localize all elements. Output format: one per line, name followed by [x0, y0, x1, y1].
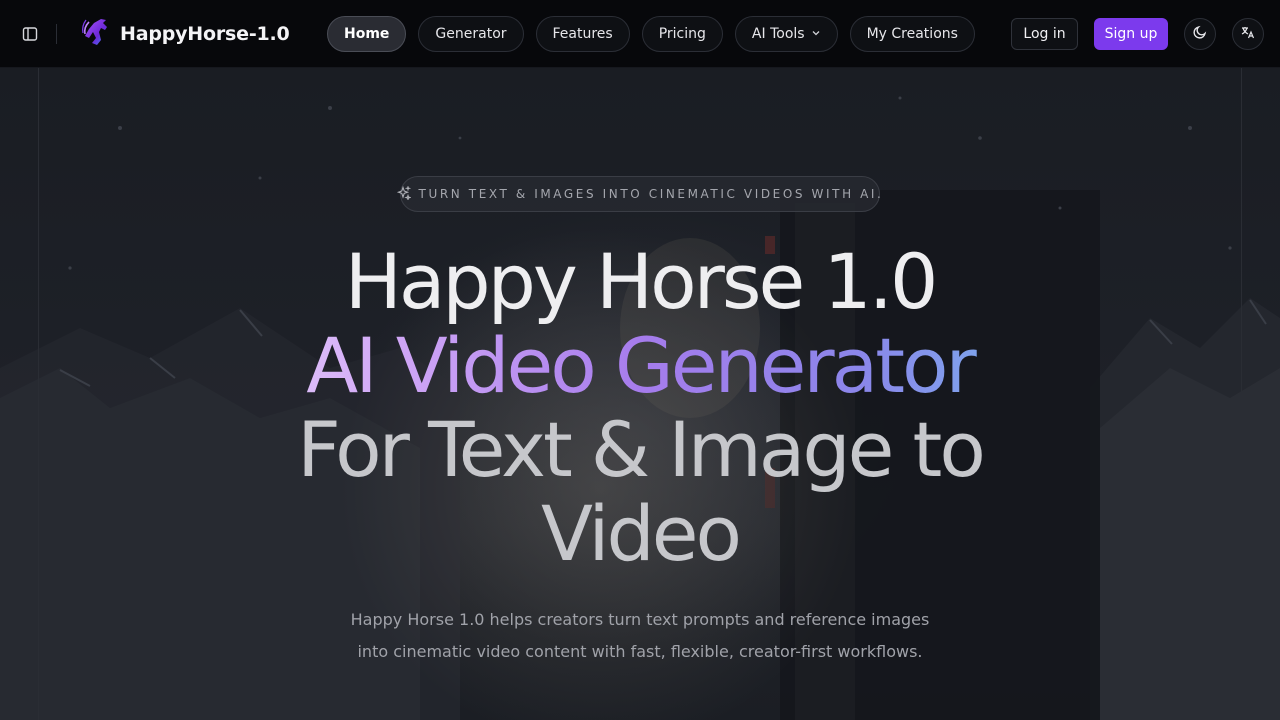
- nav-generator[interactable]: Generator: [418, 16, 524, 52]
- sidebar-toggle-icon[interactable]: [18, 22, 42, 46]
- header-divider: [56, 24, 57, 44]
- nav-home[interactable]: Home: [327, 16, 407, 52]
- nav-features-label: Features: [552, 26, 613, 42]
- chevron-down-icon: [811, 26, 821, 42]
- language-button[interactable]: [1232, 18, 1264, 50]
- hero-headline: Happy Horse 1.0 AI Video Generator For T…: [140, 240, 1140, 576]
- nav-ai-tools-label: AI Tools: [751, 26, 805, 42]
- signup-button[interactable]: Sign up: [1094, 18, 1168, 50]
- brand-name: HappyHorse-1.0: [120, 23, 290, 45]
- nav-my-creations-label: My Creations: [866, 26, 958, 42]
- nav-home-label: Home: [344, 26, 390, 42]
- translate-icon: [1240, 24, 1256, 44]
- nav-features[interactable]: Features: [535, 16, 630, 52]
- hero-subtitle: Happy Horse 1.0 helps creators turn text…: [350, 610, 930, 661]
- frame-line-left: [38, 68, 39, 720]
- headline-line-1: Happy Horse 1.0: [344, 237, 939, 326]
- hero-section: Turn text & images into cinematic videos…: [0, 68, 1280, 720]
- nav-generator-label: Generator: [435, 26, 507, 42]
- nav-ai-tools-dropdown[interactable]: AI Tools: [734, 16, 838, 52]
- sparkles-icon: [396, 184, 412, 204]
- frame-line-right: [1241, 68, 1242, 720]
- horse-logo-icon: [80, 16, 112, 52]
- nav-my-creations[interactable]: My Creations: [849, 16, 975, 52]
- brand-link[interactable]: HappyHorse-1.0: [80, 18, 290, 50]
- login-button[interactable]: Log in: [1011, 18, 1078, 50]
- tagline-badge: Turn text & images into cinematic videos…: [396, 176, 881, 212]
- theme-toggle-button[interactable]: [1184, 18, 1216, 50]
- headline-line-2-gradient: AI Video Generator: [140, 324, 1140, 408]
- nav-pricing-label: Pricing: [658, 26, 706, 42]
- main-nav: Home Generator Features Pricing AI Tools…: [327, 16, 975, 52]
- tagline-text: Turn text & images into cinematic videos…: [418, 187, 884, 201]
- nav-pricing[interactable]: Pricing: [641, 16, 723, 52]
- headline-line-3: For Text & Image to: [297, 405, 986, 494]
- top-navbar: HappyHorse-1.0 Home Generator Features P…: [0, 0, 1280, 68]
- headline-line-4: Video: [541, 489, 742, 578]
- moon-icon: [1192, 24, 1208, 44]
